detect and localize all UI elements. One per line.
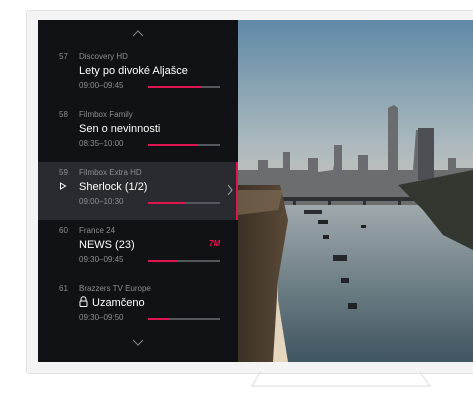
city-river-image — [238, 20, 473, 362]
channel-item-60[interactable]: 60 France 24 NEWS (23) 7M 09:30–09:45 — [38, 220, 238, 278]
channel-label: 59 Filmbox Extra HD — [59, 168, 142, 177]
channel-item-59[interactable]: 59 Filmbox Extra HD Sherlock (1/2) 09:00–… — [38, 162, 238, 220]
channel-number: 59 — [59, 168, 68, 177]
progress-fill — [148, 318, 170, 320]
progress-fill — [148, 86, 202, 88]
channel-number: 60 — [59, 226, 68, 235]
program-time: 09:30–09:50 — [79, 313, 124, 322]
chevron-down-icon[interactable] — [132, 336, 144, 348]
channel-list: 57 Discovery HD Lety po divoké Aljašce 09… — [38, 20, 238, 362]
channel-label: 58 Filmbox Family — [59, 110, 133, 119]
channel-label: 61 Brazzers TV Europe — [59, 284, 151, 293]
progress-fill — [148, 260, 177, 262]
progress-fill — [148, 144, 197, 146]
progress-fill — [148, 202, 186, 204]
tv-screen: 57 Discovery HD Lety po divoké Aljašce 09… — [38, 20, 473, 362]
program-title: Lety po divoké Aljašce — [79, 65, 188, 77]
progress-bar — [148, 144, 220, 146]
program-title: Sen o nevinnosti — [79, 123, 161, 135]
channel-name: Discovery HD — [79, 52, 128, 61]
program-time: 08:35–10:00 — [79, 139, 124, 148]
program-time: 09:00–09:45 — [79, 81, 124, 90]
channel-number: 61 — [59, 284, 68, 293]
channel-number: 57 — [59, 52, 68, 61]
program-title: Sherlock (1/2) — [79, 181, 148, 193]
channel-label: 60 France 24 — [59, 226, 115, 235]
progress-bar — [148, 86, 220, 88]
channel-name: Filmbox Family — [79, 110, 133, 119]
progress-bar — [148, 202, 220, 204]
channel-name: France 24 — [79, 226, 116, 235]
age-rating-badge: 7M — [209, 239, 221, 248]
channel-item-57[interactable]: 57 Discovery HD Lety po divoké Aljašce 09… — [38, 46, 238, 104]
tv-stand — [250, 372, 432, 387]
channel-number: 58 — [59, 110, 68, 119]
program-time: 09:30–09:45 — [79, 255, 124, 264]
program-time: 09:00–10:30 — [79, 197, 124, 206]
program-title: NEWS (23) — [79, 239, 135, 251]
channel-name: Filmbox Extra HD — [79, 168, 142, 177]
chevron-right-icon[interactable] — [226, 184, 234, 196]
channel-item-61[interactable]: 61 Brazzers TV Europe Uzamčeno 09:30–09:5… — [38, 278, 238, 336]
channel-name: Brazzers TV Europe — [79, 284, 151, 293]
progress-bar — [148, 318, 220, 320]
channel-label: 57 Discovery HD — [59, 52, 128, 61]
channel-item-58[interactable]: 58 Filmbox Family Sen o nevinnosti 08:35–… — [38, 104, 238, 162]
progress-bar — [148, 260, 220, 262]
program-title: Uzamčeno — [92, 297, 145, 309]
chevron-up-icon[interactable] — [132, 28, 144, 40]
lock-icon — [79, 296, 88, 307]
play-icon — [60, 182, 67, 190]
